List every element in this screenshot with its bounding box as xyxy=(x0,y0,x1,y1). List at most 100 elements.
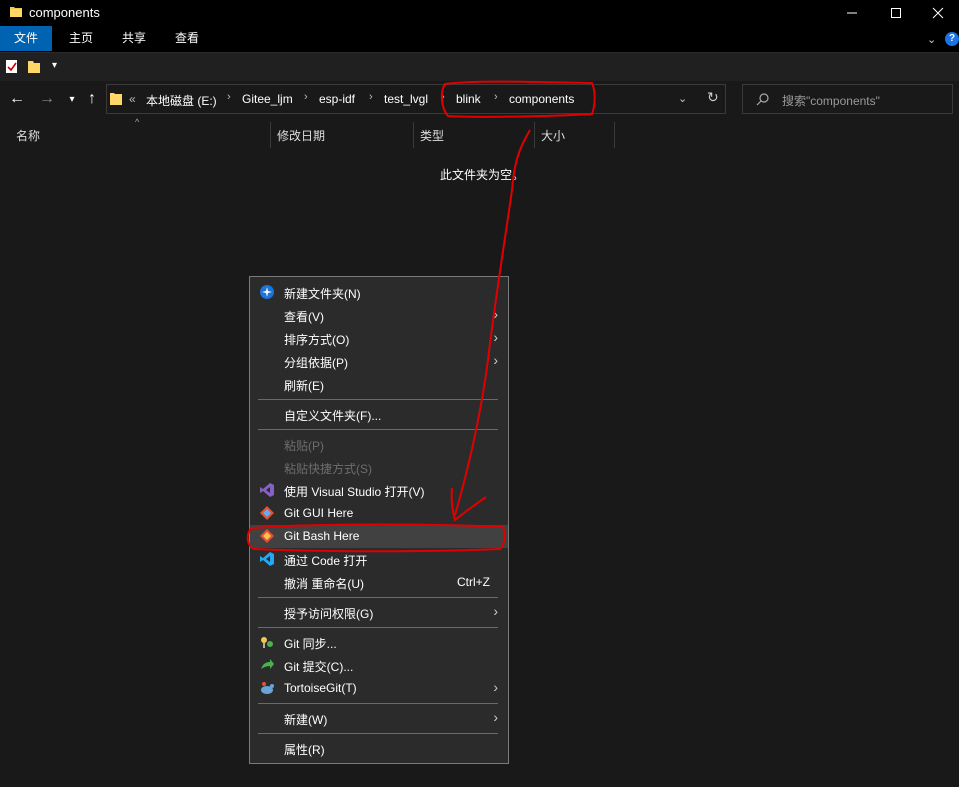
menu-item-label: 通过 Code 打开 xyxy=(284,554,368,568)
recent-locations-button[interactable]: ▾ xyxy=(61,86,83,112)
menu-item-open-with-code[interactable]: 通过 Code 打开 xyxy=(250,548,508,571)
submenu-arrow-icon: › xyxy=(493,306,498,322)
menu-item-label: 授予访问权限(G) xyxy=(284,607,374,621)
git-commit-icon xyxy=(261,659,274,669)
menu-item-give-access[interactable]: 授予访问权限(G) › xyxy=(250,601,508,624)
up-arrow-icon: ↑ xyxy=(88,90,96,107)
submenu-arrow-icon: › xyxy=(493,679,498,695)
menu-separator xyxy=(258,627,498,628)
breadcrumb-separator-icon[interactable]: › xyxy=(441,91,445,103)
tab-share[interactable]: 共享 xyxy=(109,26,159,51)
menu-item-new[interactable]: 新建(W) › xyxy=(250,707,508,730)
customize-quick-access-icon[interactable]: ▾ xyxy=(52,60,57,71)
menu-item-refresh[interactable]: 刷新(E) xyxy=(250,373,508,396)
menu-separator xyxy=(258,429,498,430)
menu-item-git-commit[interactable]: Git 提交(C)... xyxy=(250,654,508,677)
menu-item-group-by[interactable]: 分组依据(P) › xyxy=(250,350,508,373)
address-folder-icon xyxy=(110,93,122,105)
new-folder-quick-icon[interactable] xyxy=(27,58,41,74)
column-header-type[interactable]: 类型 xyxy=(420,127,444,144)
window-title: components xyxy=(29,5,100,20)
breadcrumb-separator-icon[interactable]: › xyxy=(369,91,373,103)
menu-item-label: Git GUI Here xyxy=(284,506,354,520)
column-header-name[interactable]: 名称 xyxy=(16,127,40,144)
properties-icon[interactable] xyxy=(5,58,19,74)
quick-access-toolbar xyxy=(0,52,959,81)
breadcrumb-overflow[interactable]: « xyxy=(129,92,136,106)
menu-item-paste: 粘贴(P) xyxy=(250,433,508,456)
visual-studio-icon xyxy=(260,483,274,497)
menu-separator xyxy=(258,733,498,734)
menu-item-git-sync[interactable]: Git 同步... xyxy=(250,631,508,654)
forward-button[interactable]: → xyxy=(36,86,58,112)
menu-item-tortoisegit[interactable]: TortoiseGit(T) › xyxy=(250,677,508,700)
menu-item-label: 使用 Visual Studio 打开(V) xyxy=(284,485,425,499)
maximize-icon xyxy=(891,8,901,18)
menu-separator xyxy=(258,597,498,598)
menu-item-label: 查看(V) xyxy=(284,310,324,324)
title-bar[interactable] xyxy=(0,0,959,26)
menu-item-label: 属性(R) xyxy=(284,743,325,757)
column-divider[interactable] xyxy=(614,122,615,148)
menu-item-paste-shortcut: 粘贴快捷方式(S) xyxy=(250,456,508,479)
minimize-icon xyxy=(847,12,857,14)
menu-item-label: 自定义文件夹(F)... xyxy=(284,409,382,423)
menu-item-label: 粘贴快捷方式(S) xyxy=(284,462,372,476)
menu-item-label: Git Bash Here xyxy=(284,529,360,543)
submenu-arrow-icon: › xyxy=(493,329,498,345)
vscode-icon xyxy=(260,552,274,566)
menu-item-git-bash[interactable]: Git Bash Here xyxy=(250,525,508,548)
menu-item-shortcut: Ctrl+Z xyxy=(457,575,490,589)
menu-item-view[interactable]: 查看(V) › xyxy=(250,304,508,327)
column-header-date[interactable]: 修改日期 xyxy=(277,127,325,144)
breadcrumb-separator-icon[interactable]: › xyxy=(227,91,231,103)
tab-view[interactable]: 查看 xyxy=(162,26,212,51)
breadcrumb-separator-icon[interactable]: › xyxy=(304,91,308,103)
back-button[interactable]: ← xyxy=(6,86,28,112)
menu-item-new-folder[interactable]: 新建文件夹(N) xyxy=(250,281,508,304)
column-divider[interactable] xyxy=(534,122,535,148)
menu-item-label: Git 同步... xyxy=(284,637,337,651)
address-history-chevron-icon[interactable]: ⌄ xyxy=(678,92,687,105)
folder-icon xyxy=(10,7,22,17)
close-button[interactable] xyxy=(917,0,959,26)
minimize-button[interactable] xyxy=(829,0,875,26)
breadcrumb-drive[interactable]: 本地磁盘 (E:) xyxy=(146,92,217,109)
tortoisegit-icon xyxy=(261,682,274,694)
menu-item-undo-rename[interactable]: 撤消 重命名(U) Ctrl+Z xyxy=(250,571,508,594)
git-icon xyxy=(260,506,274,520)
close-icon xyxy=(932,7,944,19)
search-placeholder[interactable]: 搜索"components" xyxy=(782,92,880,109)
tab-home[interactable]: 主页 xyxy=(56,26,106,51)
submenu-arrow-icon: › xyxy=(493,709,498,725)
menu-item-properties[interactable]: 属性(R) xyxy=(250,737,508,760)
menu-item-open-visual-studio[interactable]: 使用 Visual Studio 打开(V) xyxy=(250,479,508,502)
column-divider[interactable] xyxy=(413,122,414,148)
tab-file[interactable]: 文件 xyxy=(0,26,53,51)
menu-item-label: Git 提交(C)... xyxy=(284,660,354,674)
breadcrumb-components[interactable]: components xyxy=(509,92,574,106)
breadcrumb-blink[interactable]: blink xyxy=(456,92,481,106)
menu-item-label: 刷新(E) xyxy=(284,379,324,393)
menu-separator xyxy=(258,703,498,704)
column-divider[interactable] xyxy=(270,122,271,148)
search-icon xyxy=(756,93,769,106)
breadcrumb-esp-idf[interactable]: esp-idf xyxy=(319,92,355,106)
refresh-icon[interactable]: ↻ xyxy=(707,89,719,106)
menu-item-label: 排序方式(O) xyxy=(284,333,350,347)
forward-arrow-icon: → xyxy=(39,90,55,107)
menu-item-git-gui[interactable]: Git GUI Here xyxy=(250,502,508,525)
up-button[interactable]: ↑ xyxy=(81,86,103,112)
help-icon[interactable]: ? xyxy=(945,32,959,46)
git-icon xyxy=(260,529,274,543)
menu-item-label: TortoiseGit(T) xyxy=(284,681,357,695)
menu-item-label: 粘贴(P) xyxy=(284,439,324,453)
breadcrumb-test-lvgl[interactable]: test_lvgl xyxy=(384,92,428,106)
maximize-button[interactable] xyxy=(873,0,919,26)
breadcrumb-separator-icon[interactable]: › xyxy=(494,91,498,103)
menu-item-customize-folder[interactable]: 自定义文件夹(F)... xyxy=(250,403,508,426)
menu-item-sort-by[interactable]: 排序方式(O) › xyxy=(250,327,508,350)
breadcrumb-gitee[interactable]: Gitee_ljm xyxy=(242,92,293,106)
column-header-size[interactable]: 大小 xyxy=(541,127,565,144)
ribbon-expand-chevron-icon[interactable]: ⌄ xyxy=(927,33,936,46)
